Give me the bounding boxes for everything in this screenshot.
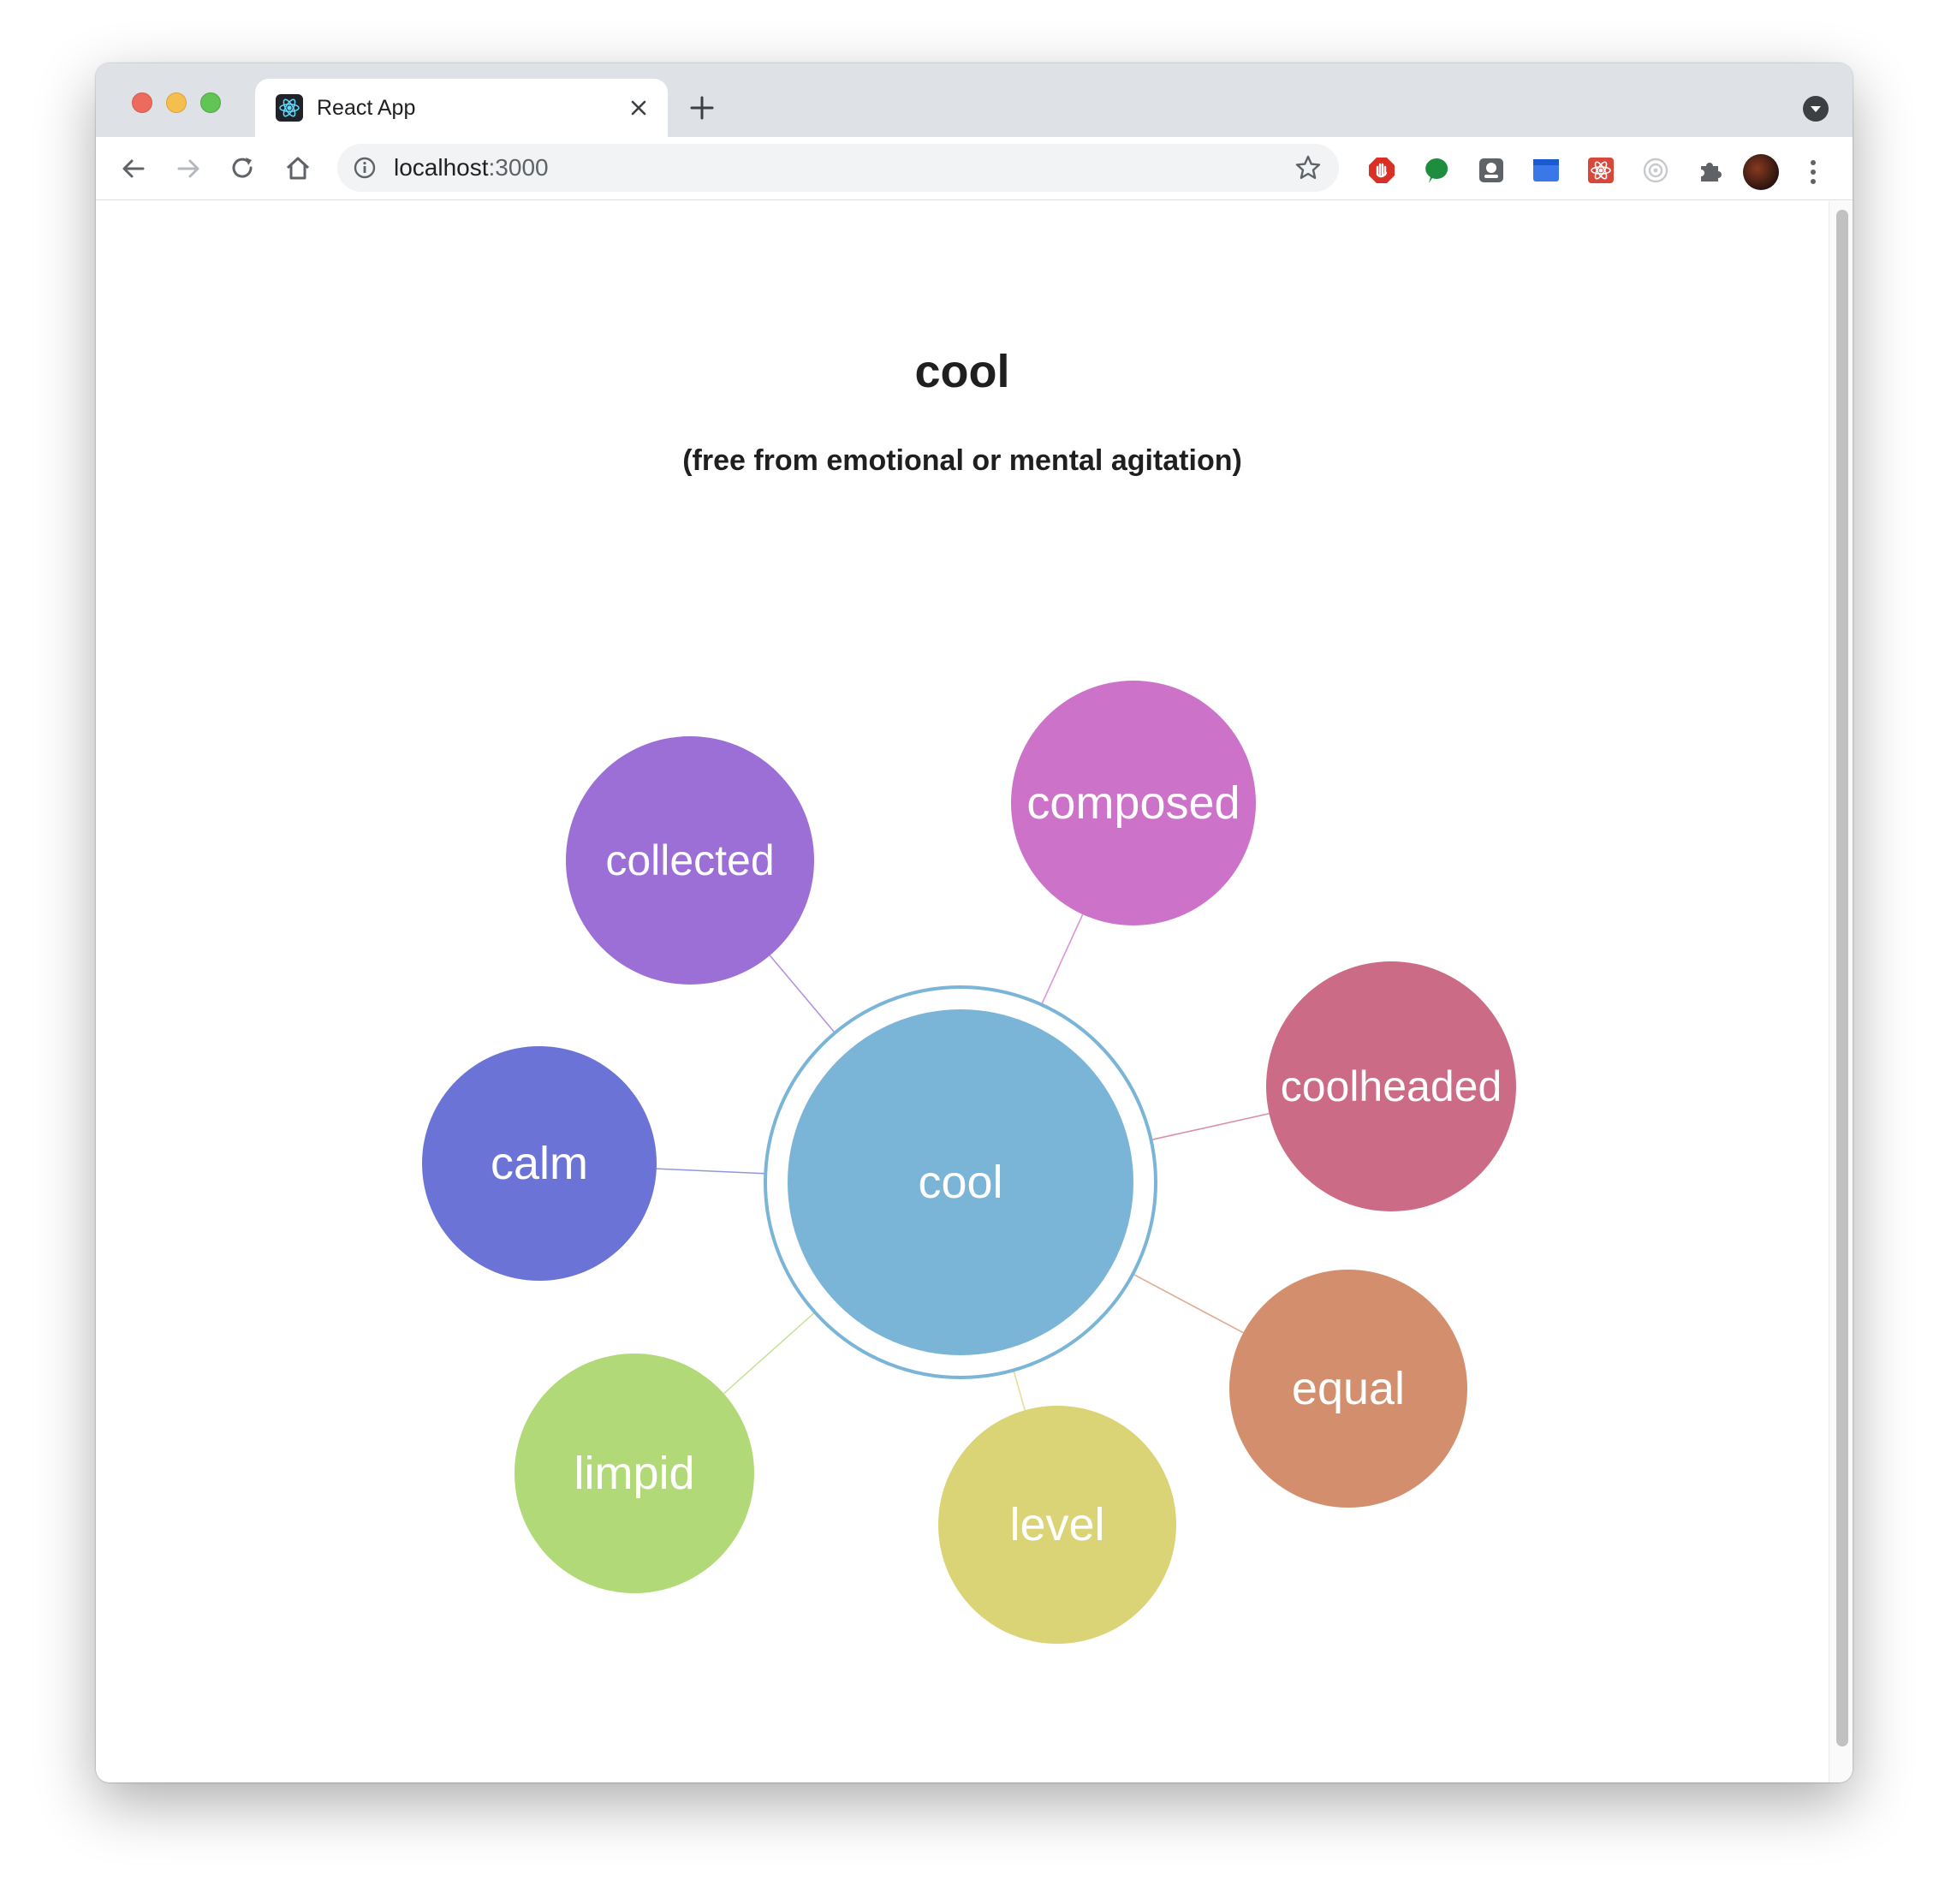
synonym-bubble-label: level	[1009, 1499, 1104, 1550]
synonym-bubble-label: equal	[1292, 1363, 1405, 1414]
connector-line	[1013, 1370, 1026, 1411]
browser-toolbar: localhost:3000	[96, 137, 1853, 200]
home-icon[interactable]	[283, 153, 313, 184]
connector-line	[656, 1168, 766, 1175]
star-icon[interactable]	[1294, 154, 1322, 181]
kebab-menu-icon[interactable]	[1803, 154, 1823, 190]
close-icon[interactable]	[623, 92, 654, 123]
connector-line	[1151, 1112, 1270, 1141]
synonym-bubble-label: composed	[1026, 777, 1240, 829]
synonym-bubble-label: coolheaded	[1281, 1062, 1502, 1110]
reload-icon[interactable]	[228, 153, 259, 184]
chat-bubble-icon[interactable]	[1422, 156, 1451, 185]
info-icon[interactable]	[353, 156, 377, 180]
center-bubble-label: cool	[918, 1157, 1002, 1208]
scrollbar-thumb[interactable]	[1836, 210, 1848, 1746]
calendar-icon[interactable]	[1532, 156, 1561, 185]
plus-icon[interactable]	[687, 92, 717, 123]
back-arrow-icon[interactable]	[118, 153, 149, 184]
scrollbar[interactable]	[1829, 201, 1853, 1782]
adblock-icon[interactable]	[1367, 156, 1396, 185]
puzzle-icon[interactable]	[1696, 156, 1725, 185]
connector-line	[769, 955, 836, 1033]
window-close-button[interactable]	[132, 92, 152, 113]
tab-strip: React App	[96, 63, 1853, 137]
react-favicon-icon	[276, 94, 303, 122]
synonym-bubble-label: collected	[605, 836, 774, 884]
browser-window: React App localhost:3000 cool (free from…	[96, 63, 1853, 1782]
synonym-bubble-label: calm	[491, 1138, 588, 1189]
connector-line	[1040, 913, 1084, 1005]
connector-line	[723, 1312, 816, 1395]
avatar[interactable]	[1743, 154, 1779, 190]
page-content: cool (free from emotional or mental agit…	[96, 201, 1853, 1782]
synonym-graph: cool collected composed coolheaded equal leve…	[422, 681, 1516, 1644]
target-icon[interactable]	[1641, 156, 1670, 185]
react-devtools-icon[interactable]	[1586, 156, 1615, 185]
window-minimize-button[interactable]	[166, 92, 187, 113]
chevron-down-icon[interactable]	[1803, 96, 1829, 122]
window-maximize-button[interactable]	[200, 92, 221, 113]
url-port: :3000	[488, 154, 549, 181]
tab-react-app[interactable]: React App	[255, 79, 668, 137]
forward-arrow-icon[interactable]	[173, 153, 204, 184]
connector-line	[1132, 1273, 1244, 1334]
url-text: localhost:3000	[394, 153, 549, 182]
badge-icon[interactable]	[1477, 156, 1506, 185]
tab-title: React App	[317, 96, 416, 120]
address-bar[interactable]: localhost:3000	[337, 144, 1339, 192]
synonym-bubble-label: limpid	[574, 1448, 694, 1499]
url-host: localhost	[394, 154, 489, 181]
